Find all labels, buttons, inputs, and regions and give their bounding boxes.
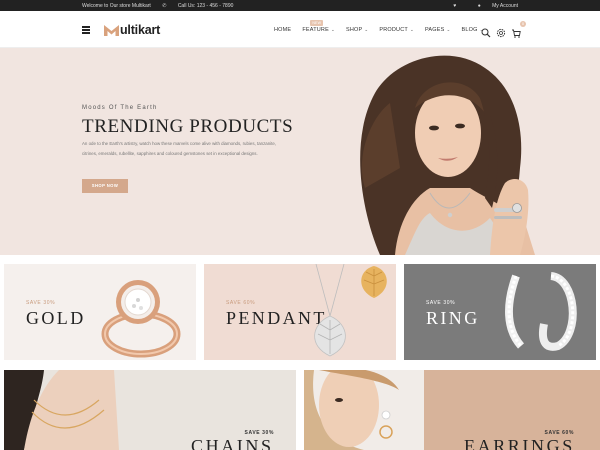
banner-earrings[interactable]: SAVE 60% EARRINGS	[304, 370, 600, 450]
category-tile-gold[interactable]: SAVE 30% GOLD	[4, 264, 196, 360]
discount-label: SAVE 30%	[26, 300, 56, 306]
category-name: RING	[426, 308, 480, 328]
cart-count-badge: 0	[520, 21, 526, 27]
chevron-down-icon: ⌄	[364, 27, 369, 32]
model-photo	[360, 55, 535, 255]
nav-label: SHOP	[345, 27, 363, 33]
nav-label: HOME	[274, 27, 292, 33]
gear-icon	[496, 28, 506, 38]
account-label: My Account	[492, 3, 518, 9]
category-name: GOLD	[26, 308, 86, 328]
menu-toggle-button[interactable]	[82, 26, 90, 34]
pendant-image	[314, 264, 387, 357]
top-bar: Welcome to Our store Multikart ✆ Call Us…	[0, 0, 600, 11]
nav-label: PAGES	[424, 27, 445, 33]
chevron-down-icon: ⌄	[446, 27, 451, 32]
cart-icon	[512, 29, 521, 38]
nav-item-feature[interactable]: NEW FEATURE ⌄	[302, 20, 335, 33]
hero-subtitle: Moods Of The Earth	[82, 105, 158, 111]
hero-banner: Moods Of The Earth TRENDING PRODUCTS An …	[0, 48, 600, 255]
nav-item-home[interactable]: HOME	[274, 27, 291, 33]
logo-text: ultikart	[120, 23, 161, 37]
chevron-down-icon: ⌄	[330, 27, 335, 32]
gold-ring-image	[101, 280, 181, 358]
phone-icon: ✆	[162, 3, 167, 9]
nav-label: PRODUCT	[379, 27, 408, 33]
main-nav: HOME NEW FEATURE ⌄ SHOP ⌄ PRODUCT ⌄ PAGES ⌄ …	[274, 20, 495, 33]
category-tile-pendant[interactable]: SAVE 60% PENDANT	[204, 264, 396, 360]
logo-mark-icon	[104, 24, 119, 36]
chevron-down-icon: ⌄	[409, 27, 414, 32]
main-header: ultikart HOME NEW FEATURE ⌄ SHOP ⌄ PRODUCT…	[0, 11, 600, 48]
shop-now-button[interactable]: SHOP NOW	[82, 179, 128, 193]
chains-model-image	[4, 370, 119, 450]
diamond-hoop-image	[505, 272, 577, 351]
earrings-model-image	[304, 370, 424, 450]
nav-item-product[interactable]: PRODUCT ⌄	[379, 27, 414, 33]
user-icon: ●	[477, 3, 481, 9]
nav-item-shop[interactable]: SHOP ⌄	[346, 27, 368, 33]
nav-label: FEATURE	[302, 27, 329, 33]
category-tile-ring[interactable]: SAVE 30% RING	[404, 264, 596, 360]
nav-item-pages[interactable]: PAGES ⌄	[425, 27, 451, 33]
heart-icon: ♥	[453, 3, 457, 9]
search-button[interactable]	[481, 25, 492, 38]
discount-label: SAVE 60%	[226, 300, 256, 306]
welcome-text: Welcome to Our store Multikart	[82, 3, 151, 9]
search-icon	[481, 28, 491, 38]
header-icons: 0	[481, 21, 526, 38]
new-badge: NEW	[310, 20, 324, 26]
wishlist-link[interactable]: ♥	[443, 3, 456, 9]
banner-name: EARRINGS	[464, 436, 575, 450]
site-logo[interactable]: ultikart	[104, 22, 160, 38]
hamburger-icon	[82, 26, 90, 28]
phone-text: Call Us: 123 - 456 - 7890	[177, 3, 234, 9]
account-link[interactable]: ● My Account	[468, 3, 518, 9]
banner-chains[interactable]: SAVE 30% CHAINS	[4, 370, 296, 450]
banner-name: CHAINS	[191, 436, 274, 450]
hero-title: TRENDING PRODUCTS	[82, 116, 294, 137]
discount-label: SAVE 30%	[426, 300, 456, 306]
nav-label: BLOG	[461, 27, 478, 33]
cart-button[interactable]: 0	[511, 21, 526, 38]
settings-button[interactable]	[496, 25, 507, 38]
hero-description: An ode to the Earth's artistry, watch ho…	[82, 141, 277, 156]
